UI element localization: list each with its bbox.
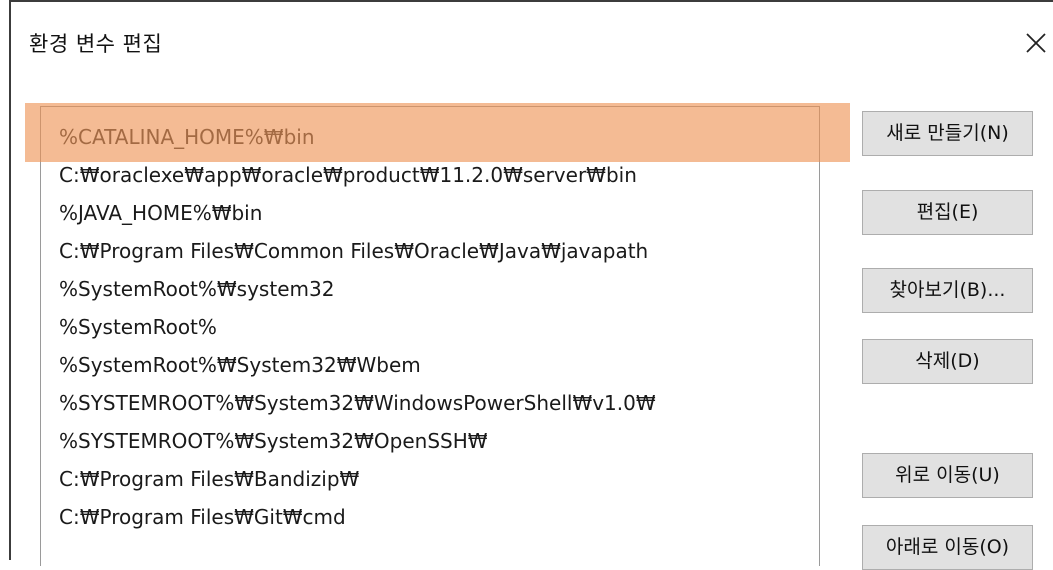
new-button[interactable]: 새로 만들기(N): [862, 111, 1033, 156]
list-item[interactable]: %SystemRoot%₩System32₩Wbem: [59, 346, 421, 384]
dialog-title: 환경 변수 편집: [29, 32, 163, 56]
list-item[interactable]: %CATALINA_HOME%₩bin: [59, 118, 315, 156]
close-icon: [1026, 33, 1046, 53]
list-item[interactable]: %SystemRoot%₩system32: [59, 270, 334, 308]
edit-button[interactable]: 편집(E): [862, 190, 1033, 235]
list-item[interactable]: %JAVA_HOME%₩bin: [59, 194, 262, 232]
close-button[interactable]: [1011, 18, 1053, 68]
list-item[interactable]: %SYSTEMROOT%₩System32₩WindowsPowerShell₩…: [59, 384, 656, 422]
delete-button[interactable]: 삭제(D): [862, 339, 1033, 384]
list-item[interactable]: %SystemRoot%: [59, 308, 217, 346]
list-item[interactable]: C:₩Program Files₩Common Files₩Oracle₩Jav…: [59, 232, 648, 270]
title-bar: 환경 변수 편집: [11, 2, 1053, 86]
list-item[interactable]: %SYSTEMROOT%₩System32₩OpenSSH₩: [59, 422, 488, 460]
move-down-button[interactable]: 아래로 이동(O): [862, 525, 1033, 570]
path-list[interactable]: %CATALINA_HOME%₩bin C:₩oraclexe₩app₩orac…: [40, 106, 820, 566]
list-item[interactable]: C:₩Program Files₩Bandizip₩: [59, 460, 359, 498]
list-item[interactable]: C:₩Program Files₩Git₩cmd: [59, 498, 346, 536]
browse-button[interactable]: 찾아보기(B)...: [862, 268, 1033, 313]
list-item[interactable]: C:₩oraclexe₩app₩oracle₩product₩11.2.0₩se…: [59, 156, 637, 194]
move-up-button[interactable]: 위로 이동(U): [862, 453, 1033, 498]
